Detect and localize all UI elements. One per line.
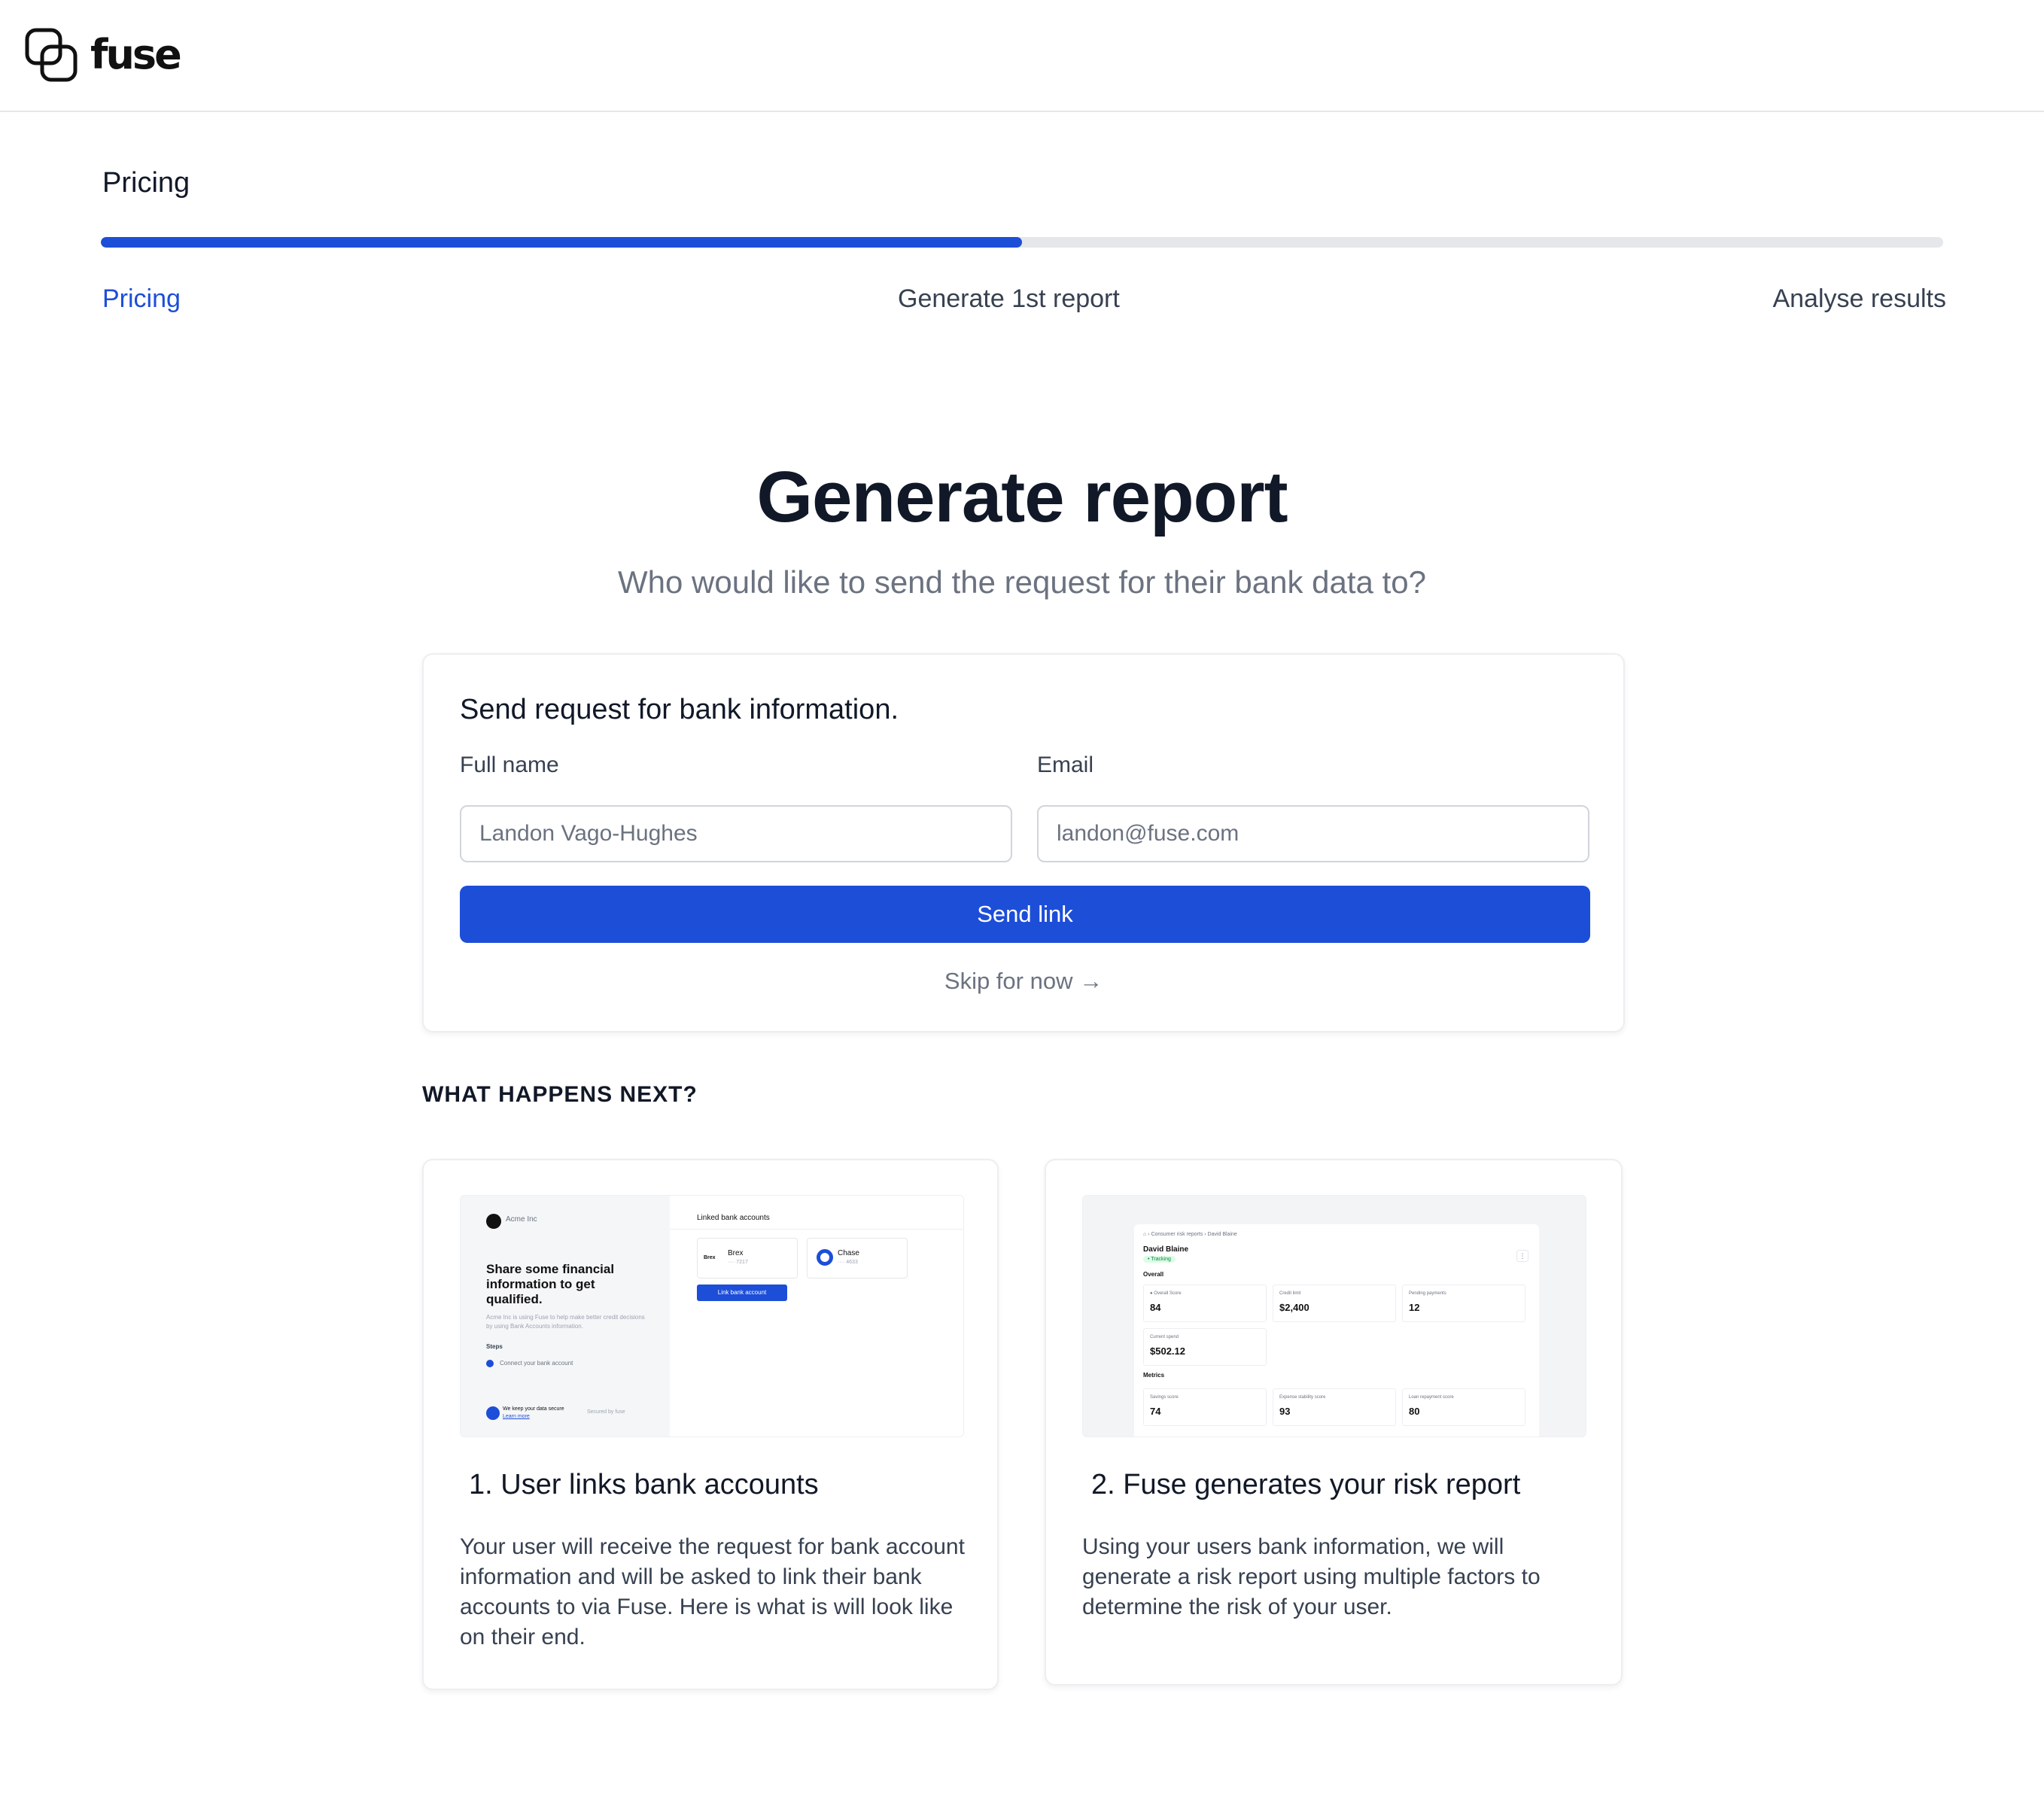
- metric-label: ● Overall Score: [1150, 1291, 1182, 1296]
- preview-bank-name: Brex: [728, 1249, 744, 1257]
- preview-metric-tile: ● Overall Score 84: [1143, 1285, 1267, 1322]
- metric-label: Credit limit: [1279, 1291, 1301, 1296]
- progress-bar: [101, 237, 1943, 248]
- step-generate-report[interactable]: Generate 1st report: [898, 284, 1120, 314]
- preview-metric-tile: Current spend $502.12: [1143, 1328, 1267, 1366]
- preview-metric-tile: Loan repayment score 80: [1402, 1388, 1525, 1426]
- bank-link-preview: Acme Inc Share some financial informatio…: [460, 1195, 964, 1437]
- what-happens-next-heading: WHAT HAPPENS NEXT?: [422, 1082, 698, 1107]
- email-label: Email: [1037, 752, 1094, 777]
- step-card-title: 2. Fuse generates your risk report: [1091, 1469, 1521, 1500]
- fuse-logo-icon: [25, 28, 78, 82]
- step-card-description: Your user will receive the request for b…: [460, 1534, 965, 1649]
- preview-steps-label: Steps: [486, 1343, 503, 1350]
- preview-metrics-label: Metrics: [1143, 1372, 1165, 1379]
- email-input[interactable]: [1037, 805, 1589, 862]
- metric-value: 93: [1279, 1406, 1291, 1417]
- preview-headline: Share some financial information to get …: [486, 1262, 615, 1306]
- page-subtitle: Who would like to send the request for t…: [618, 564, 1426, 600]
- step-pricing[interactable]: Pricing: [102, 284, 181, 314]
- metric-label: Pending payments: [1409, 1291, 1446, 1296]
- preview-bank-mask: ···· 4633: [838, 1260, 858, 1265]
- send-link-button[interactable]: Send link: [460, 886, 1590, 943]
- metric-value: 80: [1409, 1406, 1420, 1417]
- skip-for-now-link[interactable]: Skip for now →: [424, 968, 1623, 995]
- preview-linked-title: Linked bank accounts: [697, 1214, 770, 1222]
- metric-label: Current spend: [1150, 1335, 1179, 1339]
- preview-report-sheet: ⌂ › Consumer risk reports › David Blaine…: [1134, 1224, 1539, 1437]
- metric-value: 74: [1150, 1406, 1161, 1417]
- preview-secure-text: We keep your data secure: [503, 1406, 564, 1412]
- check-icon: [486, 1360, 494, 1367]
- preview-breadcrumb: ⌂ › Consumer risk reports › David Blaine: [1143, 1232, 1237, 1237]
- preview-learn-more: Learn more: [503, 1414, 530, 1419]
- step-card-risk-report: ⌂ › Consumer risk reports › David Blaine…: [1045, 1159, 1623, 1686]
- step-card-title: 1. User links bank accounts: [469, 1469, 819, 1500]
- risk-report-preview: ⌂ › Consumer risk reports › David Blaine…: [1082, 1195, 1586, 1437]
- preview-metric-tile: Expense stability score 93: [1273, 1388, 1396, 1426]
- preview-body: Acme Inc is using Fuse to help make bett…: [486, 1314, 645, 1330]
- preview-bank-tile: Chase ···· 4633: [807, 1238, 908, 1278]
- company-logo-icon: [486, 1214, 501, 1229]
- preview-overall-label: Overall: [1143, 1271, 1164, 1278]
- preview-person-name: David Blaine: [1143, 1245, 1189, 1254]
- more-icon: ⋮: [1516, 1250, 1528, 1262]
- preview-link-button: Link bank account: [697, 1285, 787, 1301]
- metric-value: 84: [1150, 1302, 1161, 1313]
- progress-bar-fill: [101, 237, 1022, 248]
- brex-logo-icon: Brex: [704, 1255, 716, 1260]
- stepper-title: Pricing: [102, 167, 190, 199]
- fuse-logo[interactable]: fuse: [24, 27, 182, 83]
- preview-divider: [670, 1229, 963, 1230]
- step-card-link-accounts: Acme Inc Share some financial informatio…: [422, 1159, 999, 1690]
- preview-powered-by: Secured by fuse: [587, 1409, 625, 1415]
- preview-bank-name: Chase: [838, 1249, 859, 1257]
- shield-icon: [486, 1406, 500, 1420]
- metric-value: $2,400: [1279, 1302, 1309, 1313]
- metric-value: 12: [1409, 1302, 1420, 1313]
- preview-status-badge: • Tracking: [1143, 1256, 1176, 1263]
- preview-metric-tile: Pending payments 12: [1402, 1285, 1525, 1322]
- metric-label: Expense stability score: [1279, 1395, 1326, 1400]
- page-title: Generate report: [756, 457, 1288, 537]
- metric-value: $502.12: [1150, 1345, 1185, 1357]
- preview-metric-tile: Savings score 74: [1143, 1388, 1267, 1426]
- metric-label: Loan repayment score: [1409, 1395, 1454, 1400]
- metric-label: Savings score: [1150, 1395, 1179, 1400]
- full-name-input[interactable]: [460, 805, 1012, 862]
- preview-bank-mask: ···· 7217: [728, 1260, 748, 1265]
- top-bar: fuse: [0, 0, 2044, 112]
- preview-step-item: Connect your bank account: [500, 1360, 573, 1367]
- full-name-label: Full name: [460, 752, 559, 777]
- step-analyse-results[interactable]: Analyse results: [1772, 284, 1946, 314]
- send-request-card: Send request for bank information. Full …: [422, 653, 1625, 1032]
- chase-logo-icon: [817, 1249, 833, 1266]
- preview-bank-tile: Brex Brex ···· 7217: [697, 1238, 798, 1278]
- preview-company: Acme Inc: [506, 1215, 537, 1224]
- step-card-description: Using your users bank information, we wi…: [1082, 1534, 1541, 1619]
- brand-name: fuse: [90, 31, 182, 78]
- form-heading: Send request for bank information.: [460, 694, 899, 725]
- preview-metric-tile: Credit limit $2,400: [1273, 1285, 1396, 1322]
